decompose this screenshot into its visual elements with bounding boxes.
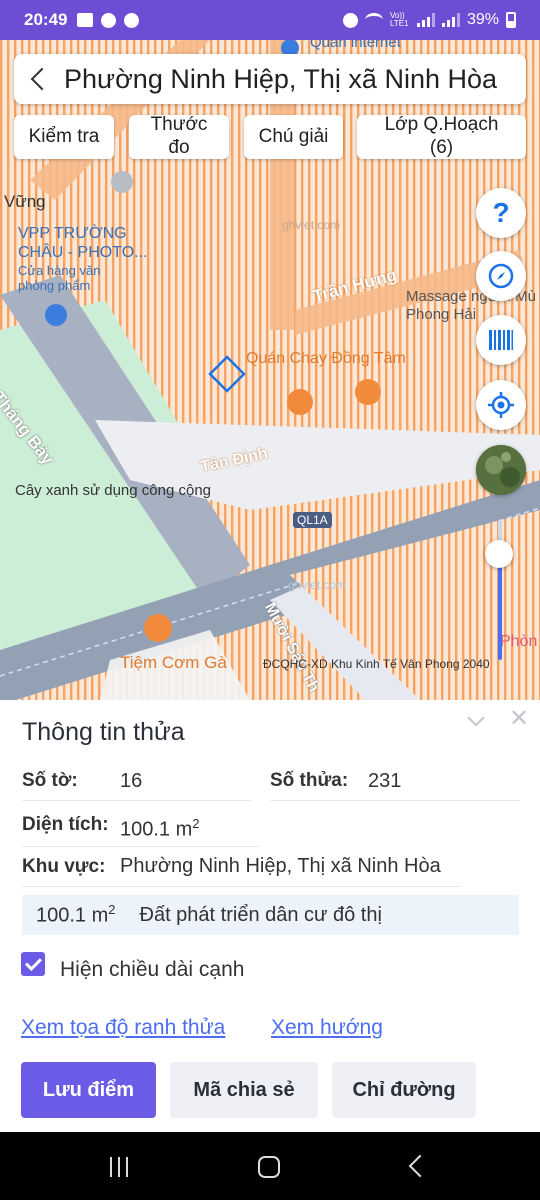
- show-edge-length-label: Hiện chiều dài cạnh: [60, 958, 245, 981]
- parcel-value: 231: [368, 770, 402, 792]
- legend-button[interactable]: Chú giải: [244, 115, 343, 159]
- map-label-ql1a: QL1A: [293, 512, 332, 528]
- map-attribution: ĐCQHC-XD Khu Kinh Tế Vân Phong 2040: [263, 657, 490, 671]
- help-button[interactable]: ?: [476, 188, 526, 238]
- restaurant-poi-icon[interactable]: [355, 379, 381, 405]
- save-point-button[interactable]: Lưu điểm: [21, 1062, 156, 1118]
- wifi-icon: [364, 13, 383, 27]
- signal-icon: [441, 13, 460, 27]
- bus-poi-icon[interactable]: [111, 171, 133, 193]
- satellite-layer-button[interactable]: [476, 445, 526, 495]
- restaurant-poi-icon[interactable]: [144, 614, 172, 642]
- panel-title: Thông tin thửa: [22, 718, 185, 746]
- view-direction-link[interactable]: Xem hướng: [271, 1016, 383, 1040]
- opacity-slider-thumb[interactable]: [485, 540, 513, 568]
- parcel-label: Số thửa:: [270, 770, 349, 791]
- chevron-left-icon: [30, 67, 54, 91]
- alarm-icon: [342, 12, 358, 28]
- system-nav-bar: [0, 1132, 540, 1200]
- collapse-button[interactable]: [466, 709, 486, 730]
- map-label-internet: Quán internet: [310, 40, 401, 51]
- divider: [22, 846, 260, 847]
- land-use-row: 100.1 m2 Đất phát triển dân cư đô thị: [22, 895, 519, 935]
- volte-icon: Vo)) LTE1: [389, 11, 409, 28]
- area-value: 100.1 m2: [120, 816, 200, 841]
- compass-icon: [488, 263, 514, 289]
- check-button[interactable]: Kiểm tra: [14, 115, 114, 159]
- cloud-icon: [101, 12, 117, 28]
- divider: [270, 800, 520, 801]
- back-icon[interactable]: [408, 1154, 432, 1178]
- signal-icon: [416, 13, 435, 27]
- planning-layer-button[interactable]: Lớp Q.Hoạch (6): [357, 114, 526, 159]
- map-label-phong: Phòn: [500, 633, 538, 650]
- store-poi-icon[interactable]: [45, 304, 67, 326]
- land-use-area: 100.1 m2: [36, 902, 116, 927]
- status-time: 20:49: [24, 10, 68, 29]
- image-icon: [77, 13, 94, 27]
- region-value: Phường Ninh Hiệp, Thị xã Ninh Hòa: [120, 855, 441, 877]
- compass-button[interactable]: [476, 251, 526, 301]
- chevron-down-icon: [467, 709, 485, 727]
- battery-percent: 39%: [466, 11, 499, 28]
- restaurant-poi-icon[interactable]: [287, 389, 313, 415]
- barcode-icon: [489, 330, 513, 350]
- map-label-tiem-com: Tiệm Cơm Gà: [120, 653, 227, 672]
- battery-icon: [506, 12, 516, 28]
- map-label-quan-chay: Quán Chay Đồng Tâm: [246, 350, 406, 367]
- map-label-vpp: VPP TRƯỜNG CHÂU - PHOTO...: [18, 225, 148, 262]
- status-bar: 20:49 Vo)) LTE1 39%: [0, 0, 540, 40]
- map-watermark: ghvlet.com: [288, 578, 347, 592]
- map-label-massage: Massage người Mù Phong Hải: [406, 288, 536, 323]
- view-boundary-coords-link[interactable]: Xem tọa độ ranh thửa: [21, 1016, 225, 1040]
- my-location-button[interactable]: [476, 380, 526, 430]
- close-button[interactable]: ✕: [508, 705, 530, 732]
- facebook-icon: [124, 12, 140, 28]
- map-label-cay-xanh: Cây xanh sử dụng công cộng: [15, 482, 212, 499]
- parcel-info-panel: Thông tin thửa ✕ Số tờ: 16 Số thửa: 231 …: [0, 700, 540, 1132]
- close-icon: ✕: [508, 705, 530, 732]
- satellite-layer-icon: [476, 445, 526, 495]
- map-watermark: ghvlet.com: [282, 218, 341, 232]
- area-label: Diện tích:: [22, 814, 109, 835]
- help-icon: ?: [492, 197, 510, 228]
- back-button[interactable]: [14, 54, 64, 104]
- opacity-slider-fill[interactable]: [498, 552, 502, 660]
- land-use-type: Đất phát triển dân cư đô thị: [139, 903, 382, 926]
- recents-icon[interactable]: [108, 1157, 132, 1177]
- share-code-button[interactable]: Mã chia sẻ: [170, 1062, 318, 1118]
- divider: [22, 886, 462, 887]
- page-title: Phường Ninh Hiệp, Thị xã Ninh Hòa: [64, 63, 498, 94]
- directions-button[interactable]: Chỉ đường: [332, 1062, 476, 1118]
- map-label-store-type: Cửa hàng văn phòng phẩm: [18, 263, 101, 293]
- my-location-icon: [488, 392, 514, 418]
- sheet-label: Số tờ:: [22, 770, 78, 791]
- sheet-value: 16: [120, 770, 143, 792]
- show-edge-length-checkbox[interactable]: [21, 952, 45, 976]
- map-label-vung: Vững: [4, 192, 46, 211]
- home-icon[interactable]: [258, 1156, 280, 1178]
- location-header: Phường Ninh Hiệp, Thị xã Ninh Hòa: [14, 54, 526, 104]
- barcode-button[interactable]: [476, 315, 526, 365]
- region-label: Khu vực:: [22, 856, 106, 877]
- divider: [22, 800, 252, 801]
- measure-button[interactable]: Thước đo: [129, 114, 229, 159]
